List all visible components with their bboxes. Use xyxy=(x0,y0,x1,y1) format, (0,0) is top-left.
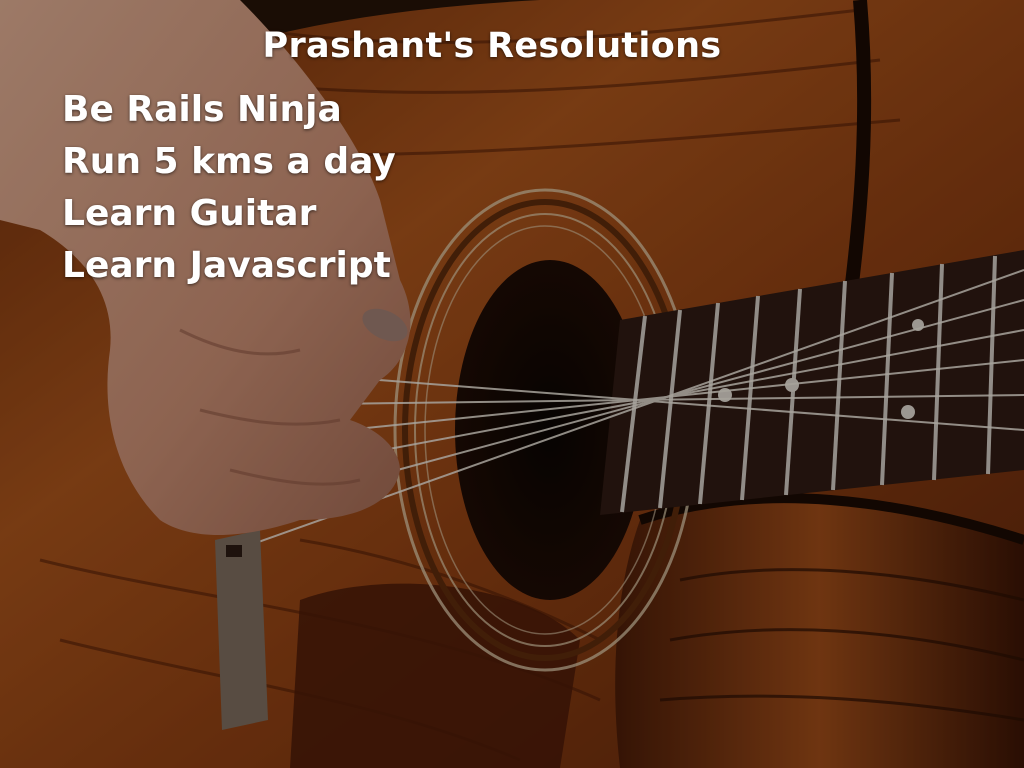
resolution-list: Be Rails Ninja Run 5 kms a day Learn Gui… xyxy=(62,84,396,292)
resolution-item: Run 5 kms a day xyxy=(62,141,396,182)
resolution-item: Learn Guitar xyxy=(62,193,317,234)
slide-title: Prashant's Resolutions xyxy=(262,26,722,66)
resolution-item: Learn Javascript xyxy=(62,245,391,286)
slide: Prashant's Resolutions Be Rails Ninja Ru… xyxy=(0,0,1024,768)
resolution-item: Be Rails Ninja xyxy=(62,89,342,130)
